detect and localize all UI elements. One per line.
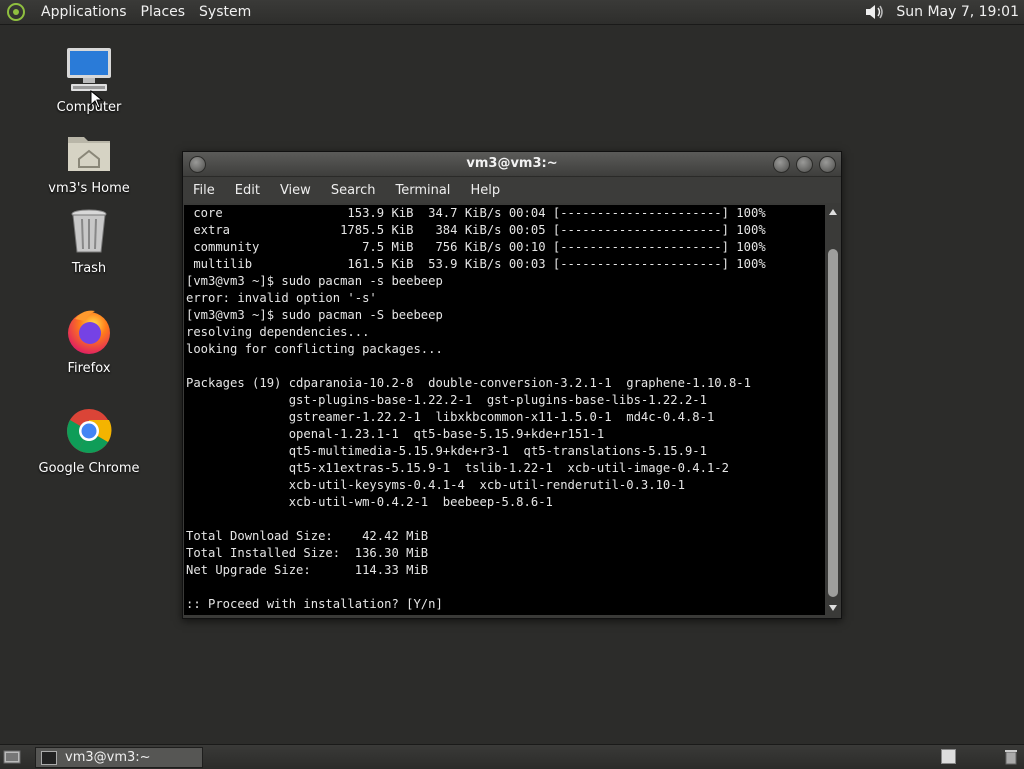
menu-edit[interactable]: Edit [225,183,270,198]
terminal-line: Total Download Size: 42.42 MiB [186,529,429,543]
volume-icon[interactable] [864,2,886,22]
terminal-line: multilib 161.5 KiB 53.9 KiB/s 00:03 [---… [186,257,766,271]
desktop-icon-label: Firefox [67,361,111,376]
minimize-button[interactable] [773,156,790,173]
terminal-line: core 153.9 KiB 34.7 KiB/s 00:04 [-------… [186,206,766,220]
distro-logo-icon[interactable] [6,2,26,22]
menu-help[interactable]: Help [460,183,510,198]
trash-applet-icon[interactable] [1004,749,1018,765]
terminal-line: Packages (19) cdparanoia-10.2-8 double-c… [186,376,751,390]
scrollbar-thumb[interactable] [828,249,838,597]
terminal-line: xcb-util-wm-0.4.2-1 beebeep-5.8.6-1 [186,495,553,509]
top-panel: Applications Places System Sun May 7, 19… [0,0,1024,25]
terminal-text: core 153.9 KiB 34.7 KiB/s 00:04 [-------… [184,205,825,613]
desktop-icon-trash[interactable]: Trash [34,207,144,276]
terminal-line: Total Installed Size: 136.30 MiB [186,546,429,560]
desktop-icon-label: Trash [71,261,107,276]
computer-icon [67,48,111,91]
applications-menu[interactable]: Applications [34,4,134,20]
desktop-icon-label: vm3's Home [48,181,130,196]
terminal-line: :: Proceed with installation? [Y/n] [186,597,443,611]
window-titlebar[interactable]: vm3@vm3:~ [183,152,841,177]
system-menu[interactable]: System [192,4,258,20]
taskbar-item-label: vm3@vm3:~ [65,750,151,765]
desktop-icon-label: Computer [56,100,122,115]
taskbar-item-terminal[interactable]: vm3@vm3:~ [35,747,203,768]
home-folder-icon [68,137,110,171]
terminal-line: qt5-multimedia-5.15.9+kde+r3-1 qt5-trans… [186,444,707,458]
terminal-line: [vm3@vm3 ~]$ sudo pacman -s beebeep [186,274,443,288]
desktop-icon-home[interactable]: vm3's Home [34,127,144,196]
trash-icon [71,209,107,253]
menu-terminal[interactable]: Terminal [385,183,460,198]
desktop-icon-firefox[interactable]: Firefox [34,307,144,376]
show-desktop-icon[interactable] [3,749,21,765]
workspace-switcher[interactable] [941,749,956,764]
terminal-line: gst-plugins-base-1.22.2-1 gst-plugins-ba… [186,393,707,407]
desktop-icon-computer[interactable]: Computer [34,46,144,115]
terminal-line: xcb-util-keysyms-0.4.1-4 xcb-util-render… [186,478,685,492]
terminal-icon [41,750,57,765]
terminal-window[interactable]: vm3@vm3:~ File Edit View Search Terminal… [182,151,842,619]
desktop-icon-label: Google Chrome [38,461,140,476]
terminal-line: Net Upgrade Size: 114.33 MiB [186,563,429,577]
terminal-line: openal-1.23.1-1 qt5-base-5.15.9+kde+r151… [186,427,605,441]
menubar: File Edit View Search Terminal Help [183,177,841,203]
menu-view[interactable]: View [270,183,321,198]
terminal-line: gstreamer-1.22.2-1 libxkbcommon-x11-1.5.… [186,410,715,424]
menu-file[interactable]: File [183,183,225,198]
terminal-line: qt5-x11extras-5.15.9-1 tslib-1.22-1 xcb-… [186,461,729,475]
terminal-line: [vm3@vm3 ~]$ sudo pacman -S beebeep [186,308,443,322]
mouse-cursor-icon [90,90,104,109]
clock[interactable]: Sun May 7, 19:01 [896,4,1019,20]
scroll-up-icon[interactable] [829,209,837,215]
bottom-panel: vm3@vm3:~ [0,744,1024,769]
chrome-icon [67,409,112,453]
terminal-line: resolving dependencies... [186,325,370,339]
scroll-down-icon[interactable] [829,605,837,611]
close-button[interactable] [819,156,836,173]
maximize-button[interactable] [796,156,813,173]
menu-search[interactable]: Search [321,183,386,198]
terminal-line: error: invalid option '-s' [186,291,377,305]
terminal-output[interactable]: core 153.9 KiB 34.7 KiB/s 00:04 [-------… [184,205,825,615]
desktop-icon-chrome[interactable]: Google Chrome [34,407,144,476]
terminal-line: looking for conflicting packages... [186,342,443,356]
terminal-line: community 7.5 MiB 756 KiB/s 00:10 [-----… [186,240,766,254]
window-title: vm3@vm3:~ [466,156,558,171]
terminal-line: extra 1785.5 KiB 384 KiB/s 00:05 [------… [186,223,766,237]
places-menu[interactable]: Places [134,4,193,20]
terminal-scrollbar[interactable] [826,205,840,615]
firefox-icon [68,310,110,354]
